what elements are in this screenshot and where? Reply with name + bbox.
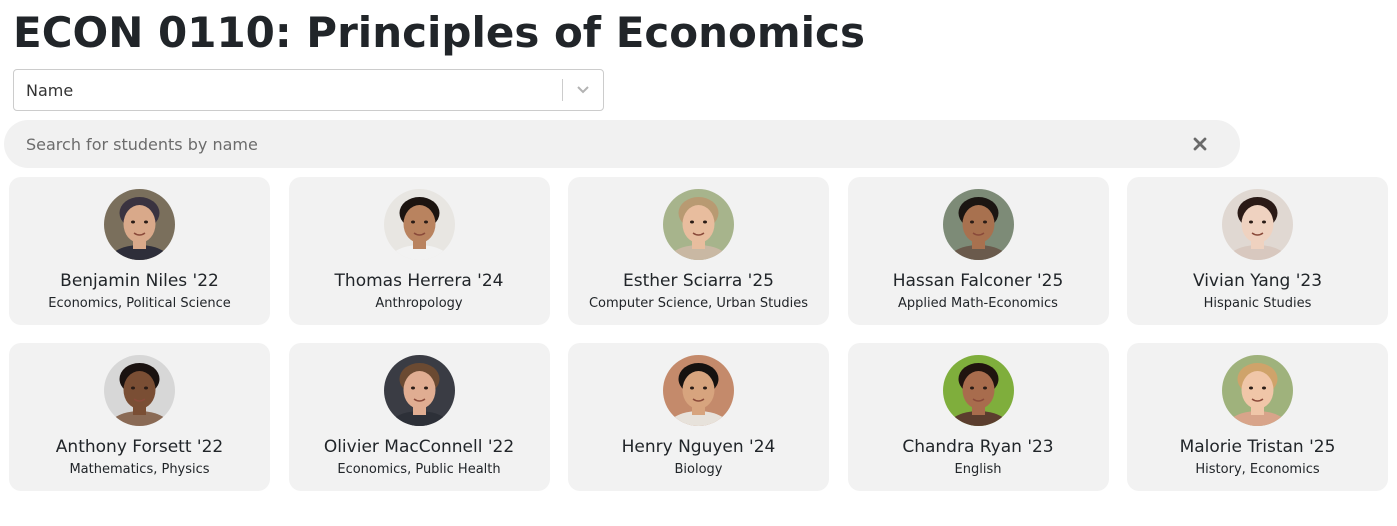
student-card[interactable]: Esther Sciarra '25 Computer Science, Urba… bbox=[568, 177, 829, 325]
student-majors: Economics, Public Health bbox=[337, 462, 501, 477]
student-card[interactable]: Malorie Tristan '25 History, Economics bbox=[1127, 343, 1388, 491]
student-name: Hassan Falconer '25 bbox=[892, 271, 1064, 291]
student-grid: Benjamin Niles '22 Economics, Political S… bbox=[9, 177, 1389, 491]
student-card[interactable]: Thomas Herrera '24 Anthropology bbox=[288, 177, 550, 325]
student-card[interactable]: Benjamin Niles '22 Economics, Political S… bbox=[9, 177, 270, 325]
student-majors: English bbox=[954, 462, 1002, 477]
student-card[interactable]: Chandra Ryan '23 English bbox=[847, 343, 1109, 491]
student-name: Olivier MacConnell '22 bbox=[323, 437, 515, 457]
student-card[interactable]: Vivian Yang '23 Hispanic Studies bbox=[1127, 177, 1388, 325]
close-icon[interactable] bbox=[1160, 120, 1240, 168]
student-name: Esther Sciarra '25 bbox=[623, 271, 774, 291]
avatar bbox=[104, 355, 175, 426]
avatar bbox=[942, 355, 1014, 426]
student-name: Chandra Ryan '23 bbox=[902, 437, 1054, 457]
student-card[interactable]: Henry Nguyen '24 Biology bbox=[568, 343, 829, 491]
sort-dropdown[interactable]: Name bbox=[13, 69, 604, 111]
student-majors: Biology bbox=[674, 462, 723, 477]
student-name: Henry Nguyen '24 bbox=[621, 437, 776, 457]
student-card[interactable]: Olivier MacConnell '22 Economics, Public … bbox=[288, 343, 550, 491]
avatar bbox=[104, 189, 175, 260]
student-majors: Anthropology bbox=[375, 296, 463, 311]
chevron-down-icon[interactable] bbox=[563, 70, 603, 110]
search-input[interactable] bbox=[4, 120, 1160, 168]
student-name: Anthony Forsett '22 bbox=[55, 437, 224, 457]
student-name: Malorie Tristan '25 bbox=[1179, 437, 1336, 457]
student-majors: Mathematics, Physics bbox=[69, 462, 210, 477]
student-name: Thomas Herrera '24 bbox=[334, 271, 504, 291]
search-bar bbox=[4, 120, 1240, 168]
avatar bbox=[1222, 355, 1293, 426]
page-title: ECON 0110: Principles of Economics bbox=[13, 8, 865, 57]
student-majors: Economics, Political Science bbox=[48, 296, 231, 311]
avatar bbox=[1222, 189, 1293, 260]
avatar bbox=[383, 189, 455, 260]
student-majors: Computer Science, Urban Studies bbox=[588, 296, 809, 311]
student-card[interactable]: Anthony Forsett '22 Mathematics, Physics bbox=[9, 343, 270, 491]
avatar bbox=[663, 189, 734, 260]
avatar bbox=[663, 355, 734, 426]
student-name: Vivian Yang '23 bbox=[1192, 271, 1323, 291]
avatar bbox=[383, 355, 455, 426]
student-majors: Hispanic Studies bbox=[1203, 296, 1312, 311]
sort-selected-value: Name bbox=[26, 80, 74, 100]
student-majors: History, Economics bbox=[1195, 462, 1320, 477]
student-card[interactable]: Hassan Falconer '25 Applied Math-Economic… bbox=[847, 177, 1109, 325]
avatar bbox=[942, 189, 1014, 260]
student-majors: Applied Math-Economics bbox=[898, 296, 1058, 311]
student-name: Benjamin Niles '22 bbox=[60, 271, 219, 291]
